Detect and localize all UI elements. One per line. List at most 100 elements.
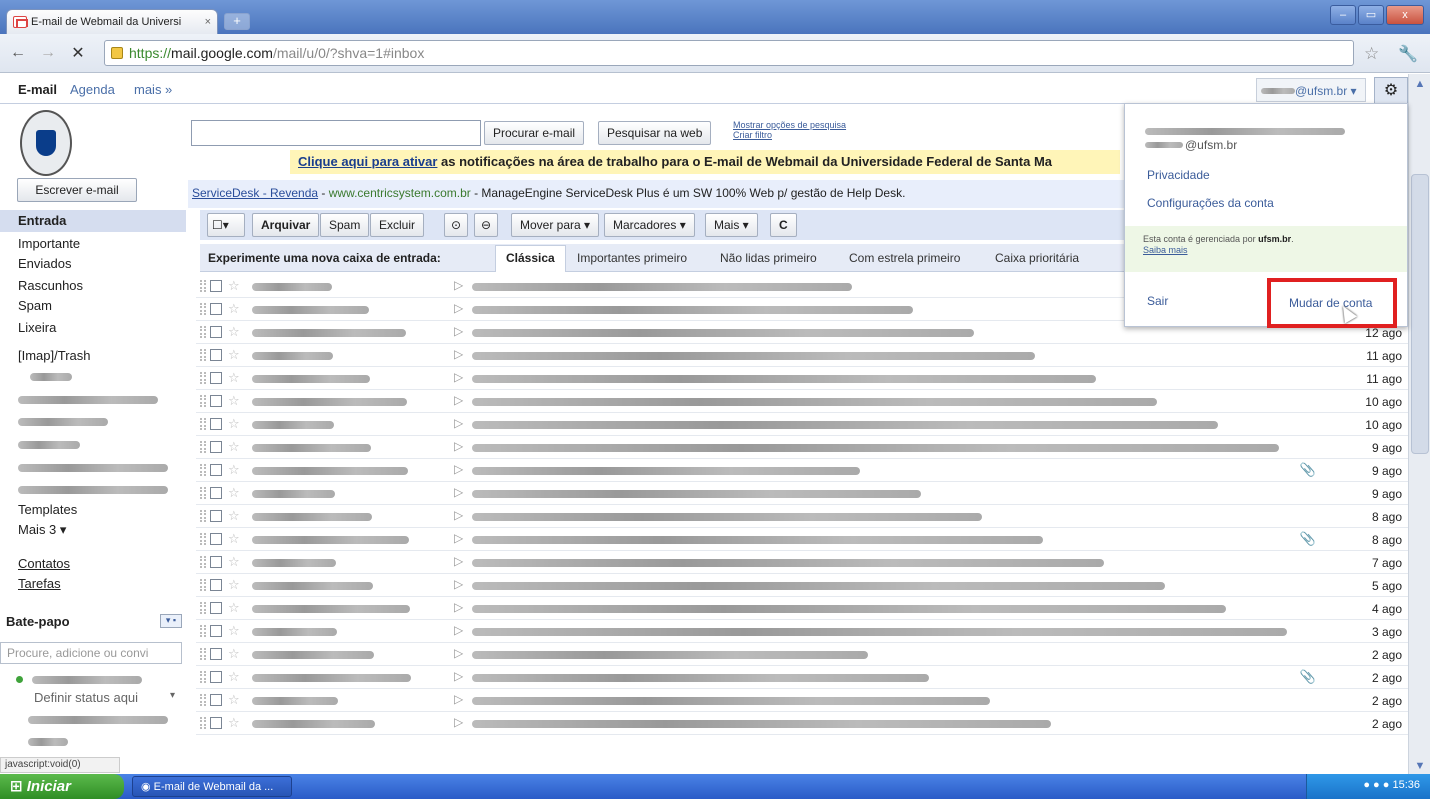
move-to-button[interactable]: Mover para ▾ — [511, 213, 600, 237]
important-marker-icon[interactable]: ▷ — [454, 301, 463, 315]
star-icon[interactable]: ☆ — [228, 439, 240, 455]
row-checkbox[interactable] — [210, 464, 222, 476]
star-icon[interactable]: ☆ — [228, 646, 240, 662]
labels-button[interactable]: Marcadores ▾ — [604, 213, 695, 237]
row-checkbox[interactable] — [210, 510, 222, 522]
drag-handle-icon[interactable] — [200, 441, 206, 453]
account-button[interactable]: @ufsm.br ▾ — [1256, 78, 1366, 102]
important-marker-icon[interactable]: ▷ — [454, 370, 463, 384]
drag-handle-icon[interactable] — [200, 579, 206, 591]
important-marker-icon[interactable]: ▷ — [454, 462, 463, 476]
more-actions-button[interactable]: Mais ▾ — [705, 213, 758, 237]
sidebar-item-importante[interactable]: Importante — [18, 236, 80, 251]
row-checkbox[interactable] — [210, 441, 222, 453]
table-row[interactable]: ☆ ▷ 11 ago — [196, 344, 1408, 367]
bookmark-star-icon[interactable]: ☆ — [1364, 44, 1379, 64]
learn-more-link[interactable]: Saiba mais — [1143, 245, 1188, 255]
tab-close-icon[interactable]: × — [205, 16, 211, 28]
important-marker-icon[interactable]: ▷ — [454, 669, 463, 683]
table-row[interactable]: ☆ ▷ 9 ago — [196, 436, 1408, 459]
sidebar-more[interactable]: Mais 3 ▾ — [18, 522, 66, 538]
table-row[interactable]: ☆ ▷ 2 ago — [196, 712, 1408, 735]
table-row[interactable]: ☆ ▷ 2 ago — [196, 689, 1408, 712]
select-all-checkbox[interactable]: ☐▾ — [207, 213, 245, 237]
compose-button[interactable]: Escrever e-mail — [17, 178, 137, 202]
search-web-button[interactable]: Pesquisar na web — [598, 121, 712, 145]
row-checkbox[interactable] — [210, 556, 222, 568]
sidebar-item-lixeira[interactable]: Lixeira — [18, 320, 56, 335]
contacts-link[interactable]: Contatos — [18, 556, 70, 571]
star-icon[interactable]: ☆ — [228, 508, 240, 524]
tasks-link[interactable]: Tarefas — [18, 576, 61, 591]
drag-handle-icon[interactable] — [200, 556, 206, 568]
star-icon[interactable]: ☆ — [228, 600, 240, 616]
drag-handle-icon[interactable] — [200, 694, 206, 706]
important-marker-icon[interactable]: ▷ — [454, 600, 463, 614]
drag-handle-icon[interactable] — [200, 648, 206, 660]
row-checkbox[interactable] — [210, 694, 222, 706]
create-filter-link[interactable]: Criar filtro — [733, 130, 846, 140]
star-icon[interactable]: ☆ — [228, 669, 240, 685]
star-icon[interactable]: ☆ — [228, 278, 240, 294]
nav-mais[interactable]: mais » — [134, 82, 172, 97]
table-row[interactable]: ☆ ▷ 2 ago — [196, 643, 1408, 666]
drag-handle-icon[interactable] — [200, 280, 206, 292]
star-icon[interactable]: ☆ — [228, 577, 240, 593]
drag-handle-icon[interactable] — [200, 326, 206, 338]
table-row[interactable]: ☆ ▷ 8 ago — [196, 505, 1408, 528]
sidebar-item-spam[interactable]: Spam — [18, 298, 52, 313]
star-icon[interactable]: ☆ — [228, 393, 240, 409]
star-icon[interactable]: ☆ — [228, 301, 240, 317]
privacy-link[interactable]: Privacidade — [1147, 168, 1210, 182]
star-icon[interactable]: ☆ — [228, 416, 240, 432]
refresh-button[interactable]: C — [770, 213, 797, 237]
status-dropdown-icon[interactable]: ▾ — [170, 690, 175, 701]
table-row[interactable]: ☆ ▷ 7 ago — [196, 551, 1408, 574]
row-checkbox[interactable] — [210, 487, 222, 499]
search-mail-button[interactable]: Procurar e-mail — [484, 121, 585, 145]
tab-com-estrela-primeiro[interactable]: Com estrela primeiro — [849, 251, 960, 265]
scroll-down-arrow-icon[interactable]: ▼ — [1413, 760, 1427, 774]
mark-not-important-icon[interactable]: ⊖ — [474, 213, 499, 237]
table-row[interactable]: ☆ ▷ 📎 8 ago — [196, 528, 1408, 551]
drag-handle-icon[interactable] — [200, 510, 206, 522]
sidebar-item-templates[interactable]: Templates — [18, 502, 77, 517]
address-bar[interactable]: https:// mail.google.com /mail/u/0/?shva… — [104, 40, 1354, 66]
important-marker-icon[interactable]: ▷ — [454, 508, 463, 522]
account-settings-link[interactable]: Configurações da conta — [1147, 196, 1274, 210]
star-icon[interactable]: ☆ — [228, 554, 240, 570]
star-icon[interactable]: ☆ — [228, 324, 240, 340]
sidebar-item-rascunhos[interactable]: Rascunhos — [18, 278, 83, 293]
important-marker-icon[interactable]: ▷ — [454, 324, 463, 338]
drag-handle-icon[interactable] — [200, 349, 206, 361]
row-checkbox[interactable] — [210, 372, 222, 384]
row-checkbox[interactable] — [210, 579, 222, 591]
drag-handle-icon[interactable] — [200, 395, 206, 407]
chat-status[interactable]: Definir status aqui — [34, 690, 138, 705]
search-options-link[interactable]: Mostrar opções de pesquisa — [733, 120, 846, 130]
table-row[interactable]: ☆ ▷ 3 ago — [196, 620, 1408, 643]
star-icon[interactable]: ☆ — [228, 462, 240, 478]
row-checkbox[interactable] — [210, 625, 222, 637]
drag-handle-icon[interactable] — [200, 671, 206, 683]
drag-handle-icon[interactable] — [200, 487, 206, 499]
row-checkbox[interactable] — [210, 349, 222, 361]
important-marker-icon[interactable]: ▷ — [454, 531, 463, 545]
table-row[interactable]: ☆ ▷ 4 ago — [196, 597, 1408, 620]
row-checkbox[interactable] — [210, 326, 222, 338]
nav-email[interactable]: E-mail — [18, 82, 57, 97]
important-marker-icon[interactable]: ▷ — [454, 577, 463, 591]
table-row[interactable]: ☆ ▷ 11 ago — [196, 367, 1408, 390]
close-window-button[interactable]: x — [1386, 5, 1424, 25]
important-marker-icon[interactable]: ▷ — [454, 485, 463, 499]
row-checkbox[interactable] — [210, 648, 222, 660]
ad-title-link[interactable]: ServiceDesk - Revenda — [192, 186, 318, 200]
important-marker-icon[interactable]: ▷ — [454, 646, 463, 660]
page-scrollbar[interactable]: ▲ ▼ — [1408, 74, 1430, 774]
spam-button[interactable]: Spam — [320, 213, 370, 237]
row-checkbox[interactable] — [210, 717, 222, 729]
start-button[interactable]: ⊞ Iniciar — [0, 774, 124, 799]
enable-notifications-link[interactable]: Clique aqui para ativar — [298, 154, 437, 169]
sidebar-item-enviados[interactable]: Enviados — [18, 256, 71, 271]
forward-arrow-icon[interactable]: → — [36, 44, 60, 62]
